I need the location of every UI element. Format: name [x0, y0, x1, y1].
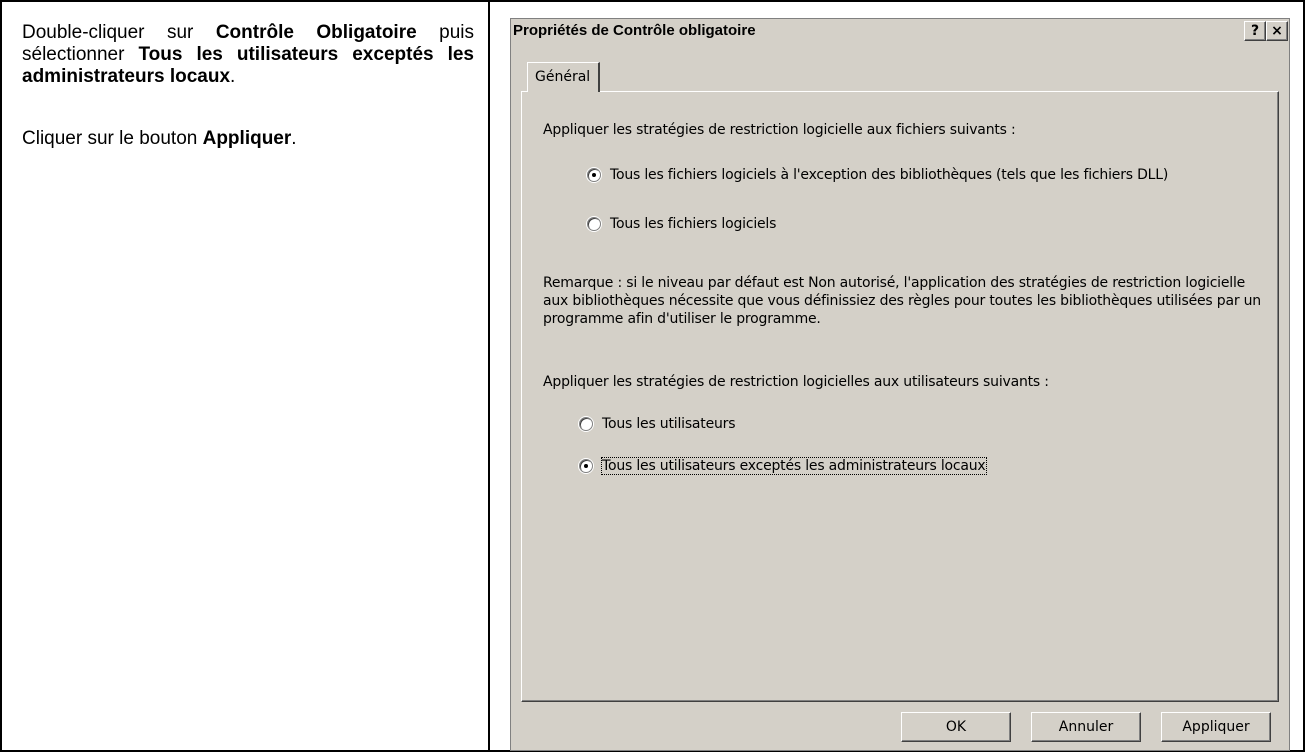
instruction-bold-text: Contrôle Obligatoire — [215, 22, 417, 43]
dialog-title: Propriétés de Contrôle obligatoire — [513, 22, 756, 39]
files-section-label: Appliquer les stratégies de restriction … — [543, 122, 1016, 138]
radio-label: Tous les utilisateurs exceptés les admin… — [601, 457, 987, 475]
radio-button[interactable] — [579, 459, 593, 473]
instruction-step-1: Double-cliquer sur Contrôle Obligatoire … — [22, 22, 474, 88]
tab-general[interactable]: Général — [527, 62, 601, 92]
ok-button[interactable]: OK — [901, 712, 1011, 742]
radio-label: Tous les fichiers logiciels — [610, 216, 777, 232]
instruction-text: Double-cliquer sur — [22, 22, 216, 43]
instruction-text: . — [291, 128, 297, 149]
radio-all-files[interactable]: Tous les fichiers logiciels — [587, 216, 776, 232]
radio-label: Tous les fichiers logiciels à l'exceptio… — [610, 167, 1169, 183]
radio-files-except-libraries[interactable]: Tous les fichiers logiciels à l'exceptio… — [587, 167, 1168, 183]
instruction-step-2: Cliquer sur le bouton Appliquer. — [22, 128, 474, 150]
table-divider — [488, 0, 490, 752]
note-text: Remarque : si le niveau par défaut est N… — [543, 275, 1261, 327]
instruction-text: Cliquer sur le bouton — [22, 128, 203, 149]
radio-all-users[interactable]: Tous les utilisateurs — [579, 416, 736, 432]
apply-button[interactable]: Appliquer — [1161, 712, 1271, 742]
instruction-text: . — [230, 66, 236, 87]
radio-users-except-admins[interactable]: Tous les utilisateurs exceptés les admin… — [579, 457, 987, 475]
close-button[interactable]: × — [1266, 21, 1288, 41]
users-section-label: Appliquer les stratégies de restriction … — [543, 374, 1049, 390]
radio-button[interactable] — [579, 417, 593, 431]
help-button[interactable]: ? — [1244, 21, 1266, 41]
properties-dialog: Propriétés de Contrôle obligatoire ? × G… — [510, 18, 1290, 751]
instruction-bold-text: Appliquer — [202, 128, 292, 149]
radio-button[interactable] — [587, 217, 601, 231]
dialog-titlebar[interactable]: Propriétés de Contrôle obligatoire ? × — [511, 19, 1289, 43]
radio-label: Tous les utilisateurs — [602, 416, 736, 432]
instructions-cell: Double-cliquer sur Contrôle Obligatoire … — [22, 22, 474, 150]
cancel-button[interactable]: Annuler — [1031, 712, 1141, 742]
radio-button[interactable] — [587, 168, 601, 182]
